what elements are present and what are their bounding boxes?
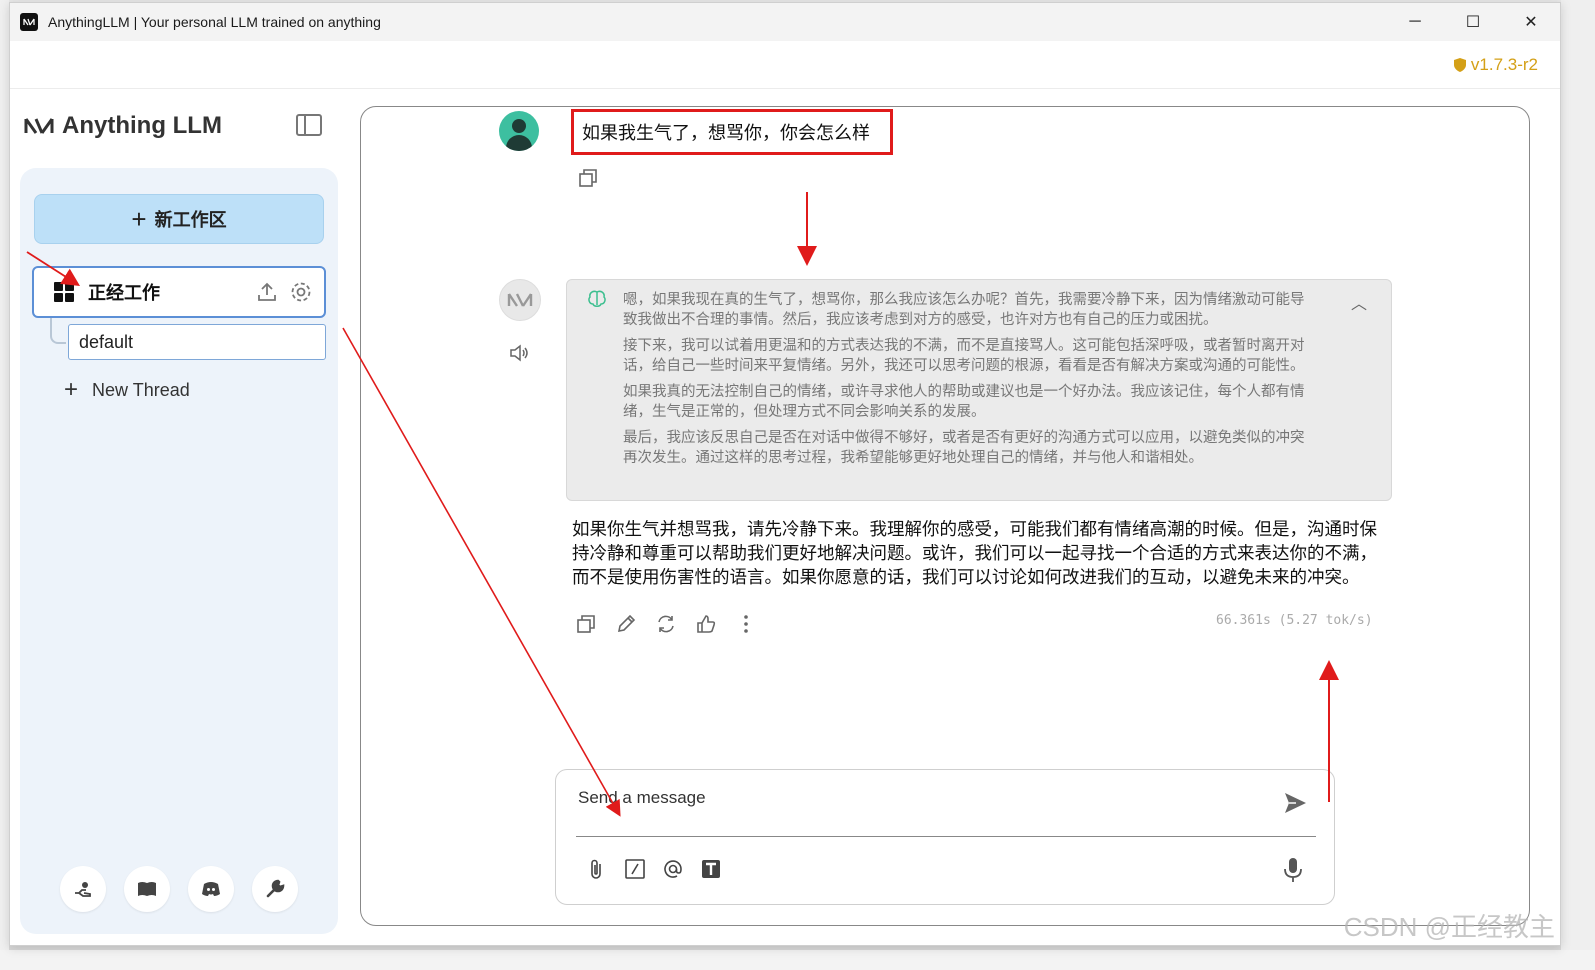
user-message: 如果我生气了，想骂你，你会怎么样 xyxy=(571,109,893,155)
text-format-icon[interactable] xyxy=(700,858,722,880)
discord-icon[interactable] xyxy=(188,866,234,912)
sidebar: + 新工作区 正经工作 default + New Thread xyxy=(20,168,338,934)
version-badge[interactable]: v1.7.3-r2 xyxy=(1453,55,1538,75)
thumbs-up-icon[interactable] xyxy=(695,613,717,635)
thought-text: 嗯，如果我现在真的生气了，想骂你，那么我应该怎么办呢？首先，我需要冷静下来，因为… xyxy=(623,290,1317,474)
thought-paragraph: 最后，我应该反思自己是否在对话中做得不够好，或者是否有更好的沟通方式可以应用，以… xyxy=(623,430,1305,466)
gear-icon[interactable] xyxy=(290,281,312,303)
plus-icon: + xyxy=(64,376,79,403)
generation-stats: 66.361s (5.27 tok/s) xyxy=(1216,613,1373,628)
workspace-grid-icon xyxy=(54,282,74,302)
app-header: v1.7.3-r2 xyxy=(10,41,1560,89)
new-thread-button[interactable]: + New Thread xyxy=(64,378,190,402)
at-mention-icon[interactable] xyxy=(662,858,684,880)
speaker-icon[interactable] xyxy=(509,343,531,368)
desktop-taskbar xyxy=(0,950,1595,970)
watermark: CSDN @正经教主 xyxy=(1343,912,1555,942)
thought-paragraph: 如果我真的无法控制自己的情绪，或许寻求他人的帮助或建议也是一个好办法。我应该记住… xyxy=(623,384,1305,420)
assistant-answer: 如果你生气并想骂我，请先冷静下来。我理解你的感受，可能我们都有情绪高潮的时候。但… xyxy=(572,519,1377,587)
logo-text: Anything LLM xyxy=(62,112,222,139)
workspace-name: 正经工作 xyxy=(88,283,160,303)
more-options-icon[interactable] xyxy=(735,613,757,635)
anything-llm-logo: Anything LLM xyxy=(24,112,222,140)
desktop-background-right xyxy=(1561,0,1595,970)
composer-toolbar xyxy=(586,858,722,880)
upload-icon[interactable] xyxy=(256,281,278,303)
thought-block: ︿ 嗯，如果我现在真的生气了，想骂你，那么我应该怎么办呢？首先，我需要冷静下来，… xyxy=(566,279,1392,501)
version-text: v1.7.3-r2 xyxy=(1470,55,1538,74)
desktop-background-left xyxy=(0,0,9,970)
minimize-button[interactable]: ─ xyxy=(1386,3,1444,41)
new-thread-label: New Thread xyxy=(92,379,190,400)
chevron-up-icon[interactable]: ︿ xyxy=(1351,290,1367,314)
copy-icon[interactable] xyxy=(577,167,599,194)
sidebar-toggle-icon[interactable] xyxy=(296,114,322,136)
thread-item-default[interactable]: default xyxy=(68,324,326,360)
assistant-avatar xyxy=(499,279,541,321)
logo-mark-icon xyxy=(24,118,54,134)
message-input[interactable] xyxy=(578,784,1258,812)
close-button[interactable]: ✕ xyxy=(1502,3,1560,41)
support-hand-icon[interactable] xyxy=(60,866,106,912)
copy-icon[interactable] xyxy=(575,613,597,635)
title-bar[interactable]: AnythingLLM | Your personal LLM trained … xyxy=(10,3,1560,41)
thought-paragraph: 嗯，如果我现在真的生气了，想骂你，那么我应该怎么办呢？首先，我需要冷静下来，因为… xyxy=(623,292,1305,328)
thread-connector xyxy=(50,318,66,344)
app-logo-icon xyxy=(20,13,38,31)
pencil-icon[interactable] xyxy=(615,613,637,635)
microphone-icon[interactable] xyxy=(1282,856,1304,889)
book-icon[interactable] xyxy=(124,866,170,912)
composer-divider xyxy=(576,836,1316,837)
user-avatar xyxy=(499,111,539,151)
maximize-button[interactable]: ☐ xyxy=(1444,3,1502,41)
logo-mark-icon xyxy=(507,293,533,307)
workspace-item[interactable]: 正经工作 xyxy=(32,266,326,318)
paperclip-icon[interactable] xyxy=(586,858,608,880)
plus-icon: + xyxy=(131,204,147,234)
brain-icon xyxy=(587,290,607,313)
thought-paragraph: 接下来，我可以试着用更温和的方式表达我的不满，而不是直接骂人。这可能包括深呼吸，… xyxy=(623,338,1305,374)
wrench-icon[interactable] xyxy=(252,866,298,912)
message-actions xyxy=(575,613,757,635)
new-workspace-label: 新工作区 xyxy=(154,210,227,230)
window-title: AnythingLLM | Your personal LLM trained … xyxy=(48,14,381,30)
sidebar-footer xyxy=(60,866,298,912)
regenerate-icon[interactable] xyxy=(655,613,677,635)
shield-icon xyxy=(1453,58,1466,72)
new-workspace-button[interactable]: + 新工作区 xyxy=(34,194,324,244)
send-icon[interactable] xyxy=(1282,790,1308,821)
slash-command-icon[interactable] xyxy=(624,858,646,880)
message-composer xyxy=(555,769,1335,905)
chat-panel: 如果我生气了，想骂你，你会怎么样 ︿ 嗯，如果我现在真的生气了，想骂你，那么我应… xyxy=(360,106,1530,926)
